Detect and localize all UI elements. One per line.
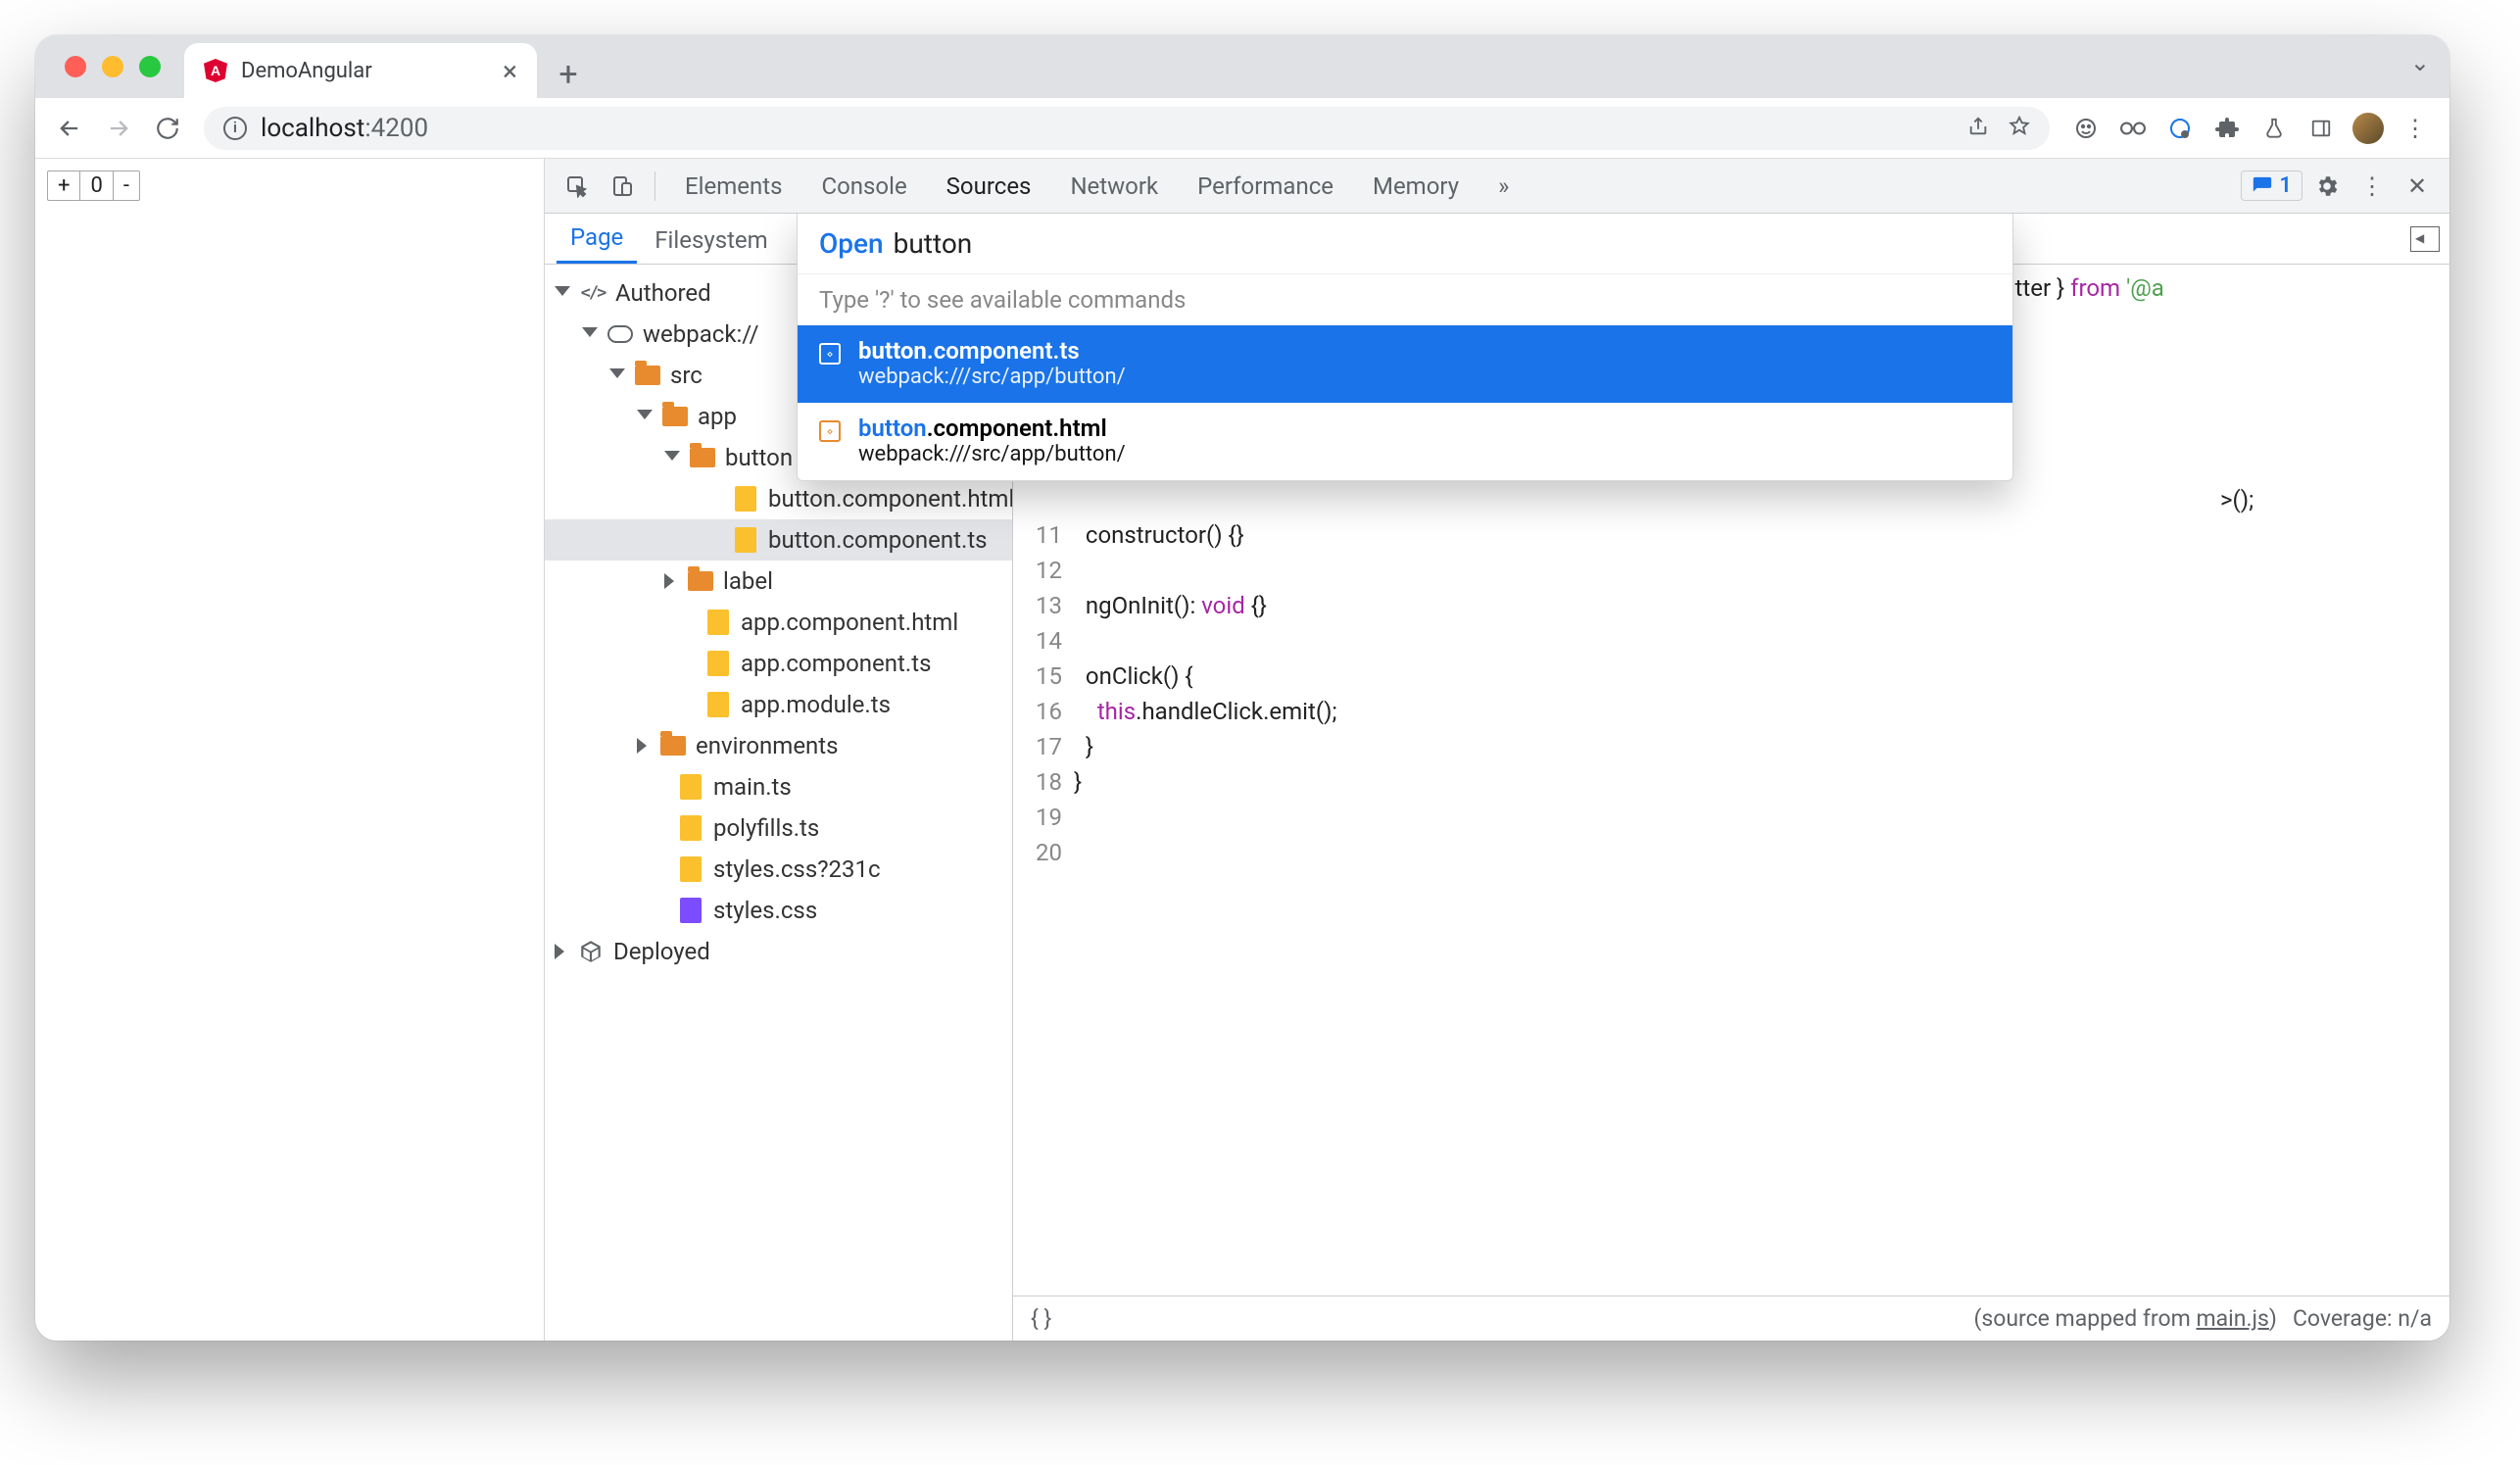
sidetab-page[interactable]: Page <box>557 214 637 264</box>
tree-styles-q[interactable]: styles.css?231c <box>545 849 1012 890</box>
devtools-menu-icon[interactable]: ⋮ <box>2351 166 2393 207</box>
palette-result-1[interactable]: ⋄ button.component.html webpack:///src/a… <box>798 403 2012 480</box>
tree-app-ts[interactable]: app.component.ts <box>545 643 1012 684</box>
rendered-page: + 0 - <box>35 159 545 1341</box>
chrome-menu-icon[interactable]: ⋮ <box>2395 108 2436 149</box>
counter-plus[interactable]: + <box>48 171 80 200</box>
braces-icon[interactable]: { } <box>1031 1305 1051 1332</box>
window-controls <box>65 35 161 98</box>
toolbar: i localhost:4200 ⋮ <box>35 98 2449 159</box>
address-bar[interactable]: i localhost:4200 <box>204 107 2050 150</box>
site-info-icon[interactable]: i <box>223 117 247 140</box>
counter-value: 0 <box>80 171 113 200</box>
tree-main-ts[interactable]: main.ts <box>545 766 1012 807</box>
editor-status-bar: { } (source mapped from main.js) Coverag… <box>1013 1295 2449 1341</box>
issues-badge[interactable]: 1 <box>2241 171 2302 201</box>
ext-icon-3[interactable] <box>2159 108 2201 149</box>
device-toggle-icon[interactable] <box>602 166 643 207</box>
settings-icon[interactable] <box>2306 166 2348 207</box>
tab-memory[interactable]: Memory <box>1355 159 1477 213</box>
command-palette: Open button Type '?' to see available co… <box>797 214 2013 481</box>
share-icon[interactable] <box>1967 116 1989 141</box>
minimize-window[interactable] <box>102 56 123 77</box>
tree-button-ts[interactable]: button.component.ts <box>545 519 1012 561</box>
ext-icon-1[interactable] <box>2065 108 2107 149</box>
tab-performance[interactable]: Performance <box>1180 159 1351 213</box>
tree-deployed[interactable]: Deployed <box>545 931 1012 972</box>
labs-icon[interactable] <box>2253 108 2295 149</box>
reload-button[interactable] <box>147 108 188 149</box>
tree-button-html[interactable]: button.component.html <box>545 478 1012 519</box>
file-icon: ⋄ <box>819 420 841 442</box>
inspect-icon[interactable] <box>557 166 598 207</box>
tab-strip: DemoAngular × + ⌄ <box>35 35 2449 98</box>
tab-elements[interactable]: Elements <box>667 159 800 213</box>
new-tab-button[interactable]: + <box>545 51 592 98</box>
file-icon: ⋄ <box>819 343 841 365</box>
extensions-icon[interactable] <box>2206 108 2248 149</box>
toggle-debugger-pane[interactable] <box>2410 226 2440 252</box>
angular-favicon <box>204 59 227 82</box>
close-devtools-icon[interactable]: ✕ <box>2397 166 2438 207</box>
browser-tab[interactable]: DemoAngular × <box>184 43 537 98</box>
tabs-dropdown-icon[interactable]: ⌄ <box>2410 49 2430 76</box>
bookmark-icon[interactable] <box>2009 116 2030 141</box>
palette-input[interactable]: Open button <box>798 214 2012 273</box>
profile-avatar[interactable] <box>2348 108 2389 149</box>
tree-polyfills[interactable]: polyfills.ts <box>545 807 1012 849</box>
coverage-info: Coverage: n/a <box>2293 1305 2432 1332</box>
back-button[interactable] <box>49 108 90 149</box>
devtools: Elements Console Sources Network Perform… <box>545 159 2449 1341</box>
sourcemap-link[interactable]: main.js <box>2197 1305 2269 1332</box>
sidetab-filesystem[interactable]: Filesystem <box>641 217 781 264</box>
sourcemap-info: (source mapped from main.js) <box>1973 1305 2276 1332</box>
close-window[interactable] <box>65 56 86 77</box>
tab-network[interactable]: Network <box>1052 159 1176 213</box>
close-tab-icon[interactable]: × <box>503 55 517 87</box>
ext-icon-2[interactable] <box>2112 108 2154 149</box>
tree-app-html[interactable]: app.component.html <box>545 602 1012 643</box>
tree-label-folder[interactable]: label <box>545 561 1012 602</box>
tab-sources[interactable]: Sources <box>929 159 1049 213</box>
counter-widget: + 0 - <box>47 171 140 201</box>
tab-title: DemoAngular <box>241 59 372 83</box>
palette-result-0[interactable]: ⋄ button.component.ts webpack:///src/app… <box>798 325 2012 403</box>
tab-more[interactable]: » <box>1480 159 1527 213</box>
tree-environments[interactable]: environments <box>545 725 1012 766</box>
tree-app-module[interactable]: app.module.ts <box>545 684 1012 725</box>
tab-console[interactable]: Console <box>803 159 924 213</box>
url-text: localhost:4200 <box>261 114 428 143</box>
tree-styles[interactable]: styles.css <box>545 890 1012 931</box>
forward-button[interactable] <box>98 108 139 149</box>
sidepanel-icon[interactable] <box>2301 108 2342 149</box>
maximize-window[interactable] <box>139 56 161 77</box>
devtools-tabbar: Elements Console Sources Network Perform… <box>545 159 2449 214</box>
palette-hint: Type '?' to see available commands <box>798 273 2012 325</box>
counter-minus[interactable]: - <box>114 171 139 200</box>
